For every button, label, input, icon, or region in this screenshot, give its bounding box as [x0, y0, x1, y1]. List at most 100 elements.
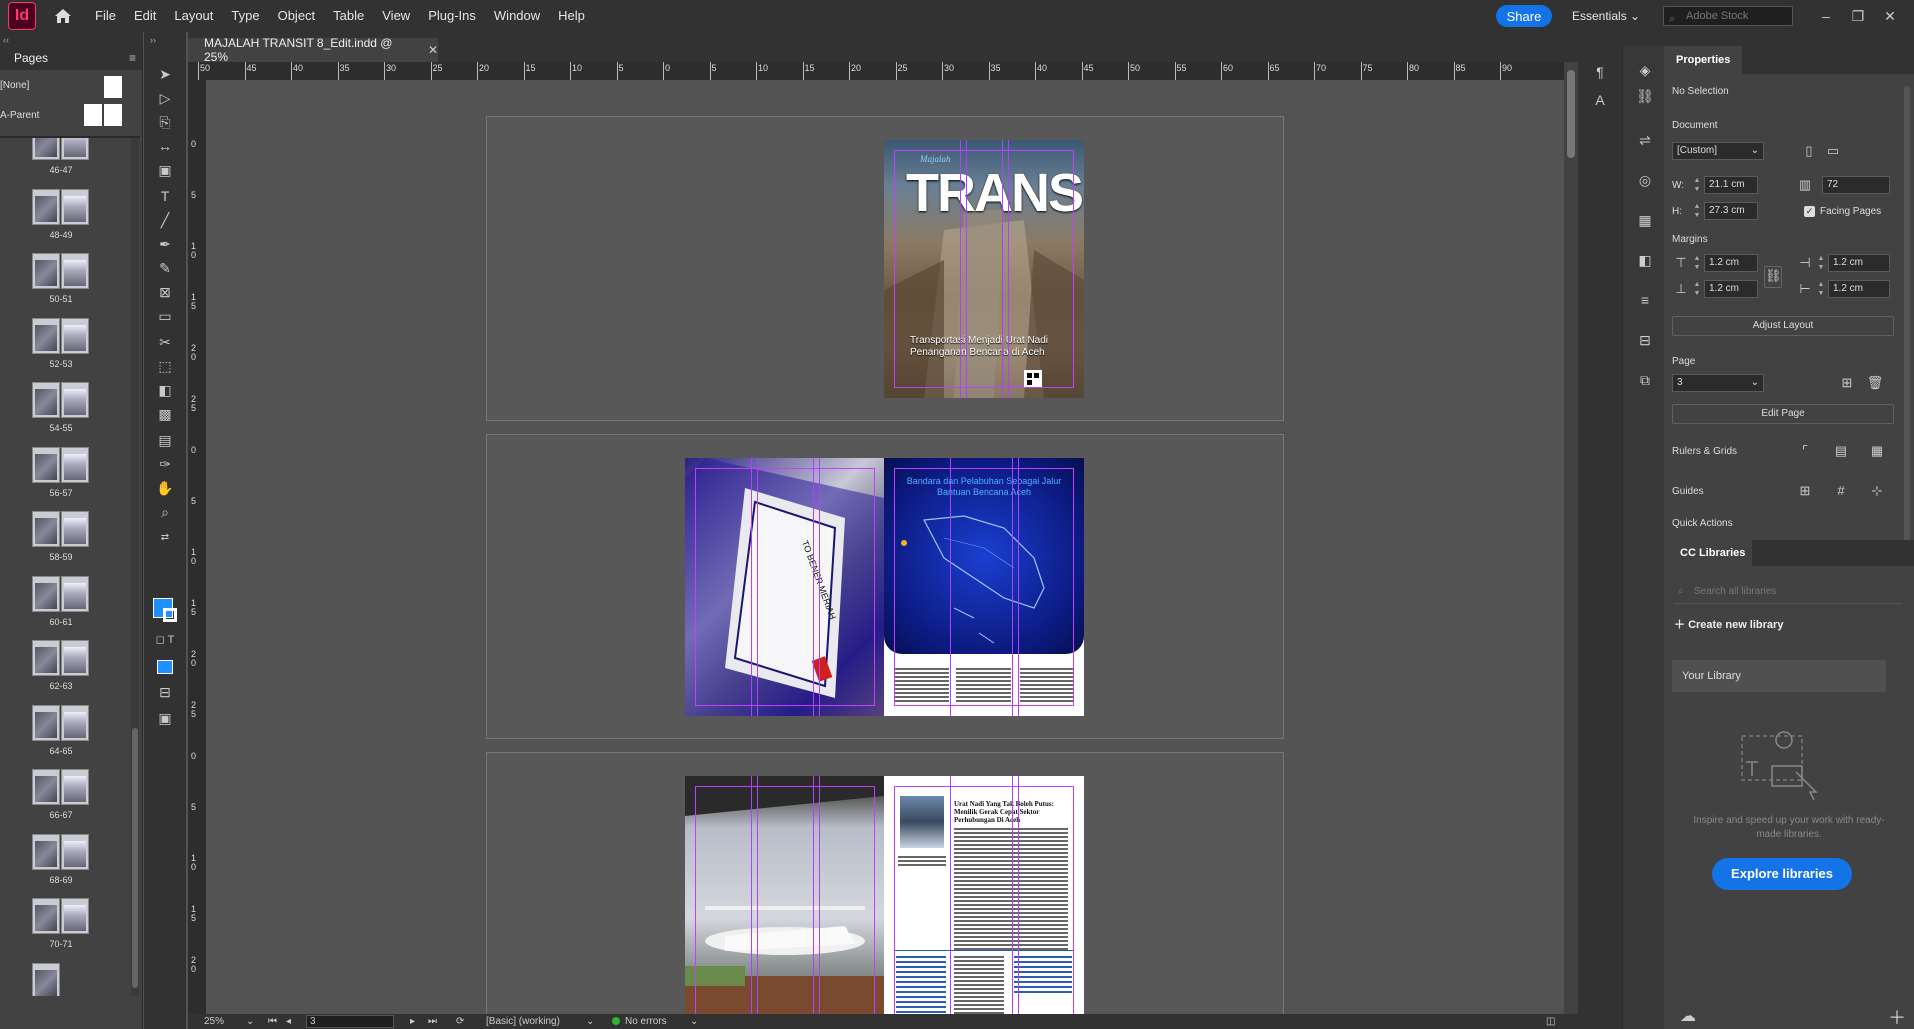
free-transform-tool-icon[interactable]: ⬚ — [154, 356, 176, 376]
home-icon[interactable] — [52, 5, 74, 27]
menu-view[interactable]: View — [373, 0, 419, 32]
facing-pages-checkbox[interactable]: ✓ — [1804, 206, 1815, 217]
tools-collapse-bar[interactable]: ›› — [144, 32, 186, 46]
page-thumbnail[interactable] — [61, 769, 89, 805]
page-thumbnail[interactable] — [61, 640, 89, 676]
width-field[interactable]: 21.1 cm — [1704, 176, 1758, 194]
add-page-icon[interactable]: ⊞ — [1838, 374, 1856, 392]
delete-page-icon[interactable]: 🗑 — [1866, 374, 1884, 392]
page-thumbnail[interactable] — [61, 317, 89, 354]
margin-outside-stepper[interactable]: ▲ ▼ — [1816, 280, 1826, 298]
preflight-status[interactable]: No errors — [612, 1014, 667, 1029]
adjust-layout-button[interactable]: Adjust Layout — [1672, 316, 1894, 336]
character-styles-icon[interactable]: A — [1590, 90, 1610, 110]
document-grid-icon[interactable]: ▦ — [1868, 442, 1886, 460]
horizontal-ruler[interactable]: 50 45 40 35 30 25 20 15 10 5 0 5 10 15 20 25 30 35 40 45 50 5… — [188, 62, 1564, 80]
prev-page-icon[interactable]: ◂ — [286, 1014, 291, 1029]
note-tool-icon[interactable]: ▤ — [154, 430, 176, 450]
spread-thumbnail[interactable]: 64-65 — [32, 704, 92, 756]
vertical-ruler[interactable]: 0 5 1 0 1 5 2 0 2 5 0 5 1 0 1 5 2 0 2 5 0 5 1 0 1 5 2 0 — [188, 80, 206, 1014]
properties-scrollbar[interactable] — [1904, 86, 1910, 556]
page-thumbnail[interactable] — [32, 575, 60, 612]
panels-collapse-bar[interactable] — [1578, 32, 1914, 46]
spread-3-right-page[interactable]: Urat Nadi Yang Tak Boleh Putus: Menilik … — [884, 776, 1084, 1014]
height-field[interactable]: 27.3 cm — [1704, 202, 1758, 220]
spread-thumbnail[interactable]: 54-55 — [32, 382, 92, 433]
spread-thumbnail[interactable]: 70-71 — [32, 898, 92, 949]
menu-edit[interactable]: Edit — [125, 0, 165, 32]
page-thumbnail[interactable] — [32, 898, 60, 934]
rectangle-frame-tool-icon[interactable]: ⊠ — [154, 282, 176, 302]
spread-thumbnail[interactable]: 56-57 — [32, 446, 92, 498]
align-icon[interactable]: ⊟ — [1635, 330, 1655, 350]
preflight-dropdown-icon[interactable]: ⌄ — [690, 1014, 698, 1029]
cover-page[interactable]: Majalah TRANSit Transportasi Menjadi Ura… — [884, 140, 1084, 398]
menu-window[interactable]: Window — [485, 0, 549, 32]
pages-panel-tab[interactable]: Pages ≡ — [0, 46, 142, 70]
page-number-field[interactable]: 3 — [306, 1015, 394, 1028]
zoom-dropdown-icon[interactable]: ⌄ — [246, 1014, 254, 1029]
portrait-orientation-icon[interactable]: ▯ — [1800, 142, 1818, 160]
stroke-swatch[interactable] — [163, 608, 177, 622]
pages-collapse-bar[interactable]: ‹‹ — [0, 32, 143, 46]
split-view-icon[interactable]: ◫ — [1546, 1014, 1555, 1029]
your-library-item[interactable]: Your Library — [1672, 660, 1886, 692]
page-thumbnail[interactable] — [32, 704, 60, 741]
canvas-scrollbar[interactable] — [1564, 62, 1578, 1014]
spread-thumbnail[interactable]: 58-59 — [32, 511, 92, 562]
page-thumbnail[interactable] — [32, 446, 60, 483]
open-page-icon[interactable]: ⟳ — [456, 1014, 464, 1029]
content-collector-icon[interactable]: ▣ — [154, 160, 176, 180]
menu-plug-ins[interactable]: Plug-Ins — [419, 0, 485, 32]
create-new-library-button[interactable]: ＋ Create new library — [1674, 616, 1783, 632]
page-thumbnail[interactable] — [61, 188, 89, 225]
rectangle-tool-icon[interactable]: ▭ — [154, 306, 176, 326]
effects-icon[interactable]: ◎ — [1635, 170, 1655, 190]
margin-outside-field[interactable]: 1.2 cm — [1828, 280, 1890, 298]
zoom-level[interactable]: 25% — [204, 1014, 224, 1029]
landscape-orientation-icon[interactable]: ▭ — [1824, 142, 1842, 160]
restore-icon[interactable]: ❐ — [1842, 0, 1874, 32]
cc-libraries-tab[interactable]: CC Libraries — [1664, 540, 1752, 566]
lock-guides-icon[interactable]: ⊹ — [1868, 482, 1886, 500]
formatting-container-icon[interactable]: ◻ T — [154, 630, 176, 650]
screen-mode-icon[interactable]: ▣ — [154, 708, 176, 728]
page-thumbnail[interactable] — [32, 962, 60, 996]
spread-2-right-page[interactable]: Bandara dan Pelabuhan Sebagai Jalur Bant… — [884, 458, 1084, 716]
spread-thumbnail[interactable]: 68-69 — [32, 833, 92, 885]
page-thumbnail[interactable] — [61, 446, 89, 483]
gradient-icon[interactable]: ◧ — [1635, 250, 1655, 270]
first-page-icon[interactable]: ⏮ — [268, 1014, 277, 1029]
page-thumbnail[interactable] — [61, 253, 89, 289]
menu-object[interactable]: Object — [269, 0, 325, 32]
cloud-icon[interactable]: ☁ — [1680, 1006, 1696, 1026]
pages-scrollbar[interactable] — [131, 138, 139, 996]
line-tool-icon[interactable]: ╱ — [154, 210, 176, 230]
minimize-icon[interactable]: – — [1810, 0, 1842, 32]
margin-bottom-field[interactable]: 1.2 cm — [1704, 280, 1758, 298]
search-libraries-input[interactable]: ⌕ Search all libraries — [1674, 580, 1902, 604]
panel-menu-icon[interactable]: ≡ — [129, 51, 136, 65]
margin-top-field[interactable]: 1.2 cm — [1704, 254, 1758, 272]
page-thumbnail[interactable] — [32, 317, 60, 354]
page-thumbnail[interactable] — [32, 640, 60, 676]
next-page-icon[interactable]: ▸ — [410, 1014, 415, 1029]
link-margins-icon[interactable]: ⛓ — [1764, 266, 1782, 288]
menu-table[interactable]: Table — [324, 0, 373, 32]
spread-thumbnail[interactable]: 62-63 — [32, 640, 92, 691]
text-wrap-icon[interactable]: ⇌ — [1635, 130, 1655, 150]
close-icon[interactable]: ✕ — [1874, 0, 1906, 32]
pencil-tool-icon[interactable]: ✎ — [154, 258, 176, 278]
canvas-scroll-thumb[interactable] — [1567, 70, 1575, 158]
page-thumbnail[interactable] — [61, 382, 89, 418]
page-thumbnail[interactable] — [61, 898, 89, 934]
menu-layout[interactable]: Layout — [165, 0, 222, 32]
show-guides-icon[interactable]: ⊞ — [1796, 482, 1814, 500]
pages-count-field[interactable]: 72 — [1822, 176, 1890, 194]
spread-thumbnail[interactable]: 46-47 — [32, 138, 92, 175]
zoom-tool-icon[interactable]: ⌕ — [154, 502, 176, 522]
gradient-feather-tool-icon[interactable]: ▩ — [154, 404, 176, 424]
selection-tool-icon[interactable]: ➤ — [154, 64, 176, 84]
smart-guides-icon[interactable]: # — [1832, 482, 1850, 500]
page-thumbnail[interactable] — [61, 833, 89, 870]
